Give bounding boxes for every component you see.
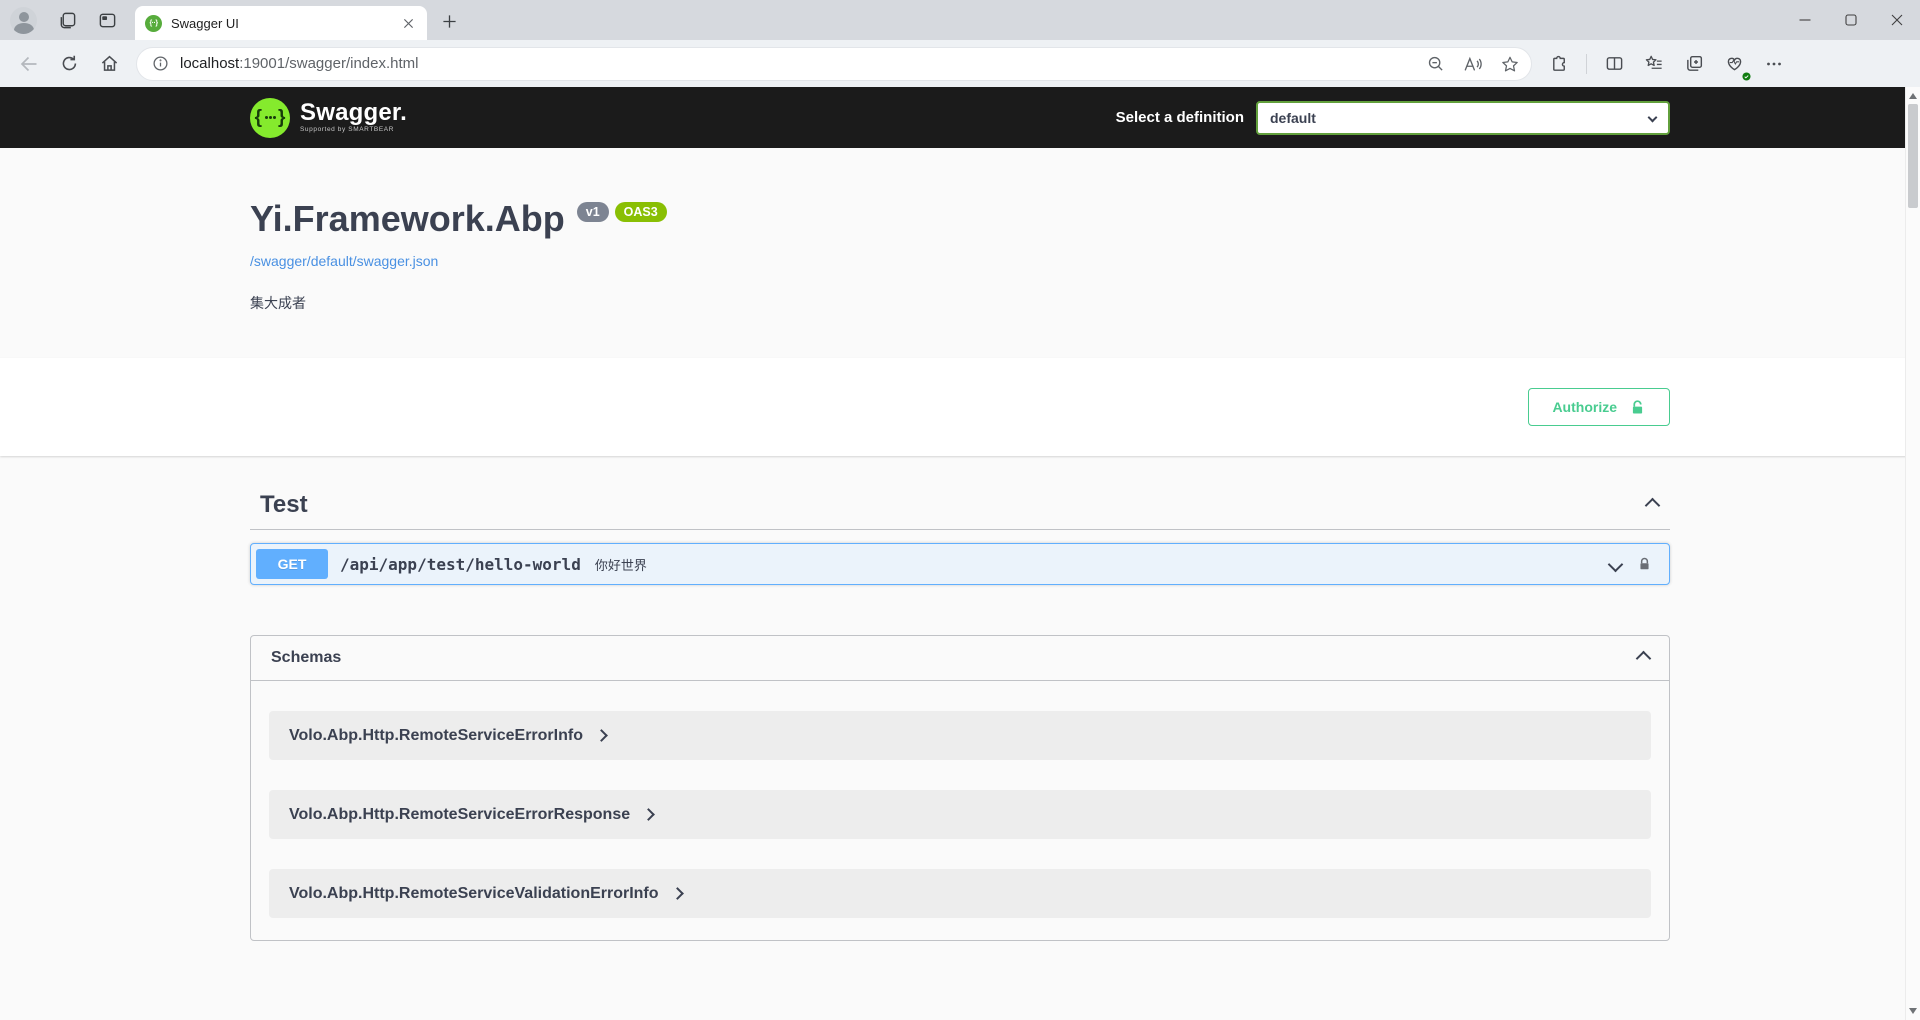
site-info-icon[interactable] bbox=[149, 53, 171, 75]
address-right-icons bbox=[1427, 55, 1519, 73]
definition-select[interactable]: default bbox=[1256, 101, 1670, 135]
tab-close-icon[interactable] bbox=[399, 14, 417, 32]
browser-toolbar: localhost:19001/swagger/index.html bbox=[0, 40, 1920, 87]
swagger-favicon-icon: {··} bbox=[145, 15, 162, 32]
chevron-down-icon bbox=[1648, 113, 1658, 123]
swagger-logo-icon: {} bbox=[250, 98, 290, 138]
new-tab-button[interactable] bbox=[435, 7, 463, 35]
operation-summary-row[interactable]: GET /api/app/test/hello-world 你好世界 bbox=[251, 544, 1669, 584]
tabbar-left-icons bbox=[0, 0, 117, 40]
model-title: Volo.Abp.Http.RemoteServiceErrorInfo bbox=[289, 727, 583, 745]
split-screen-icon[interactable] bbox=[1597, 47, 1631, 81]
scrollbar-thumb[interactable] bbox=[1908, 104, 1918, 208]
zoom-out-icon[interactable] bbox=[1427, 55, 1445, 73]
schemas-title: Schemas bbox=[271, 649, 341, 667]
collections-icon[interactable] bbox=[1677, 47, 1711, 81]
model-row-remote-service-error-info[interactable]: Volo.Abp.Http.RemoteServiceErrorInfo bbox=[269, 711, 1651, 760]
scroll-up-arrow-icon[interactable] bbox=[1909, 93, 1917, 99]
chevron-right-icon bbox=[595, 730, 608, 743]
expand-chevron-down-icon[interactable] bbox=[1608, 557, 1624, 573]
model-title: Volo.Abp.Http.RemoteServiceErrorResponse bbox=[289, 806, 630, 824]
profile-avatar[interactable] bbox=[10, 7, 37, 34]
essentials-status-dot bbox=[1742, 72, 1751, 81]
read-aloud-icon[interactable] bbox=[1463, 55, 1483, 73]
version-badge: v1 bbox=[577, 202, 609, 222]
schemas-section: Schemas Volo.Abp.Http.RemoteServiceError… bbox=[230, 635, 1690, 981]
definition-selected-value: default bbox=[1270, 110, 1649, 126]
browser-essentials-icon[interactable] bbox=[1717, 47, 1751, 81]
swagger-wordmark: Swagger. bbox=[300, 101, 407, 125]
model-title: Volo.Abp.Http.RemoteServiceValidationErr… bbox=[289, 885, 659, 903]
favorites-icon[interactable] bbox=[1637, 47, 1671, 81]
back-icon[interactable] bbox=[12, 47, 46, 81]
browser-tab-bar: {··} Swagger UI bbox=[0, 0, 1920, 40]
operations-section: Test GET /api/app/test/hello-world 你好世界 bbox=[230, 481, 1690, 585]
api-description: 集大成者 bbox=[250, 293, 1670, 313]
window-maximize-button[interactable] bbox=[1828, 0, 1874, 40]
collapse-chevron-up-icon[interactable] bbox=[1645, 498, 1661, 514]
oas3-badge: OAS3 bbox=[615, 202, 667, 222]
tab-title: Swagger UI bbox=[171, 16, 390, 31]
tag-name: Test bbox=[260, 491, 308, 519]
window-controls bbox=[1782, 0, 1920, 40]
chevron-right-icon bbox=[671, 888, 684, 901]
tag-header-test[interactable]: Test bbox=[250, 481, 1670, 530]
scroll-down-arrow-icon[interactable] bbox=[1909, 1008, 1917, 1014]
address-bar[interactable]: localhost:19001/swagger/index.html bbox=[136, 47, 1532, 81]
browser-tab-swagger-ui[interactable]: {··} Swagger UI bbox=[135, 6, 427, 40]
http-method-badge: GET bbox=[256, 549, 328, 579]
operation-summary: 你好世界 bbox=[595, 555, 647, 574]
window-close-button[interactable] bbox=[1874, 0, 1920, 40]
swagger-topbar: {} Swagger. Supported by SMARTBEAR Selec… bbox=[0, 87, 1920, 148]
model-row-remote-service-error-response[interactable]: Volo.Abp.Http.RemoteServiceErrorResponse bbox=[269, 790, 1651, 839]
url-host: localhost bbox=[180, 55, 239, 72]
page-title: Yi.Framework.Abp bbox=[250, 198, 565, 239]
operation-path[interactable]: /api/app/test/hello-world bbox=[340, 555, 581, 574]
opblock-get-hello-world: GET /api/app/test/hello-world 你好世界 bbox=[250, 543, 1670, 585]
settings-more-icon[interactable] bbox=[1757, 47, 1791, 81]
lock-icon[interactable] bbox=[1637, 556, 1652, 572]
schemas-collapse-chevron-up-icon[interactable] bbox=[1636, 651, 1652, 667]
url-path: :19001/swagger/index.html bbox=[239, 55, 418, 72]
workspaces-icon[interactable] bbox=[57, 10, 77, 30]
info-section: Yi.Framework.Abp v1 OAS3 /swagger/defaul… bbox=[0, 148, 1920, 358]
definition-select-label: Select a definition bbox=[1116, 109, 1244, 126]
vertical-scrollbar[interactable] bbox=[1905, 87, 1920, 1020]
authorize-button[interactable]: Authorize bbox=[1528, 388, 1670, 426]
url-text[interactable]: localhost:19001/swagger/index.html bbox=[180, 55, 418, 72]
favorite-star-icon[interactable] bbox=[1501, 55, 1519, 73]
authorize-label: Authorize bbox=[1552, 399, 1617, 415]
refresh-icon[interactable] bbox=[52, 47, 86, 81]
schemas-header[interactable]: Schemas bbox=[251, 636, 1669, 681]
unlock-icon bbox=[1629, 399, 1646, 416]
vertical-tabs-icon[interactable] bbox=[97, 10, 117, 30]
chevron-right-icon bbox=[642, 809, 655, 822]
spec-json-link[interactable]: /swagger/default/swagger.json bbox=[250, 253, 438, 269]
swagger-logo: {} Swagger. Supported by SMARTBEAR bbox=[250, 98, 407, 138]
home-icon[interactable] bbox=[92, 47, 126, 81]
window-minimize-button[interactable] bbox=[1782, 0, 1828, 40]
model-row-remote-service-validation-error-info[interactable]: Volo.Abp.Http.RemoteServiceValidationErr… bbox=[269, 869, 1651, 918]
page-content: {} Swagger. Supported by SMARTBEAR Selec… bbox=[0, 87, 1920, 1020]
toolbar-divider bbox=[1586, 54, 1587, 74]
swagger-wordmark-sub: Supported by SMARTBEAR bbox=[300, 127, 407, 134]
scheme-container: Authorize bbox=[0, 358, 1920, 456]
extensions-icon[interactable] bbox=[1542, 47, 1576, 81]
